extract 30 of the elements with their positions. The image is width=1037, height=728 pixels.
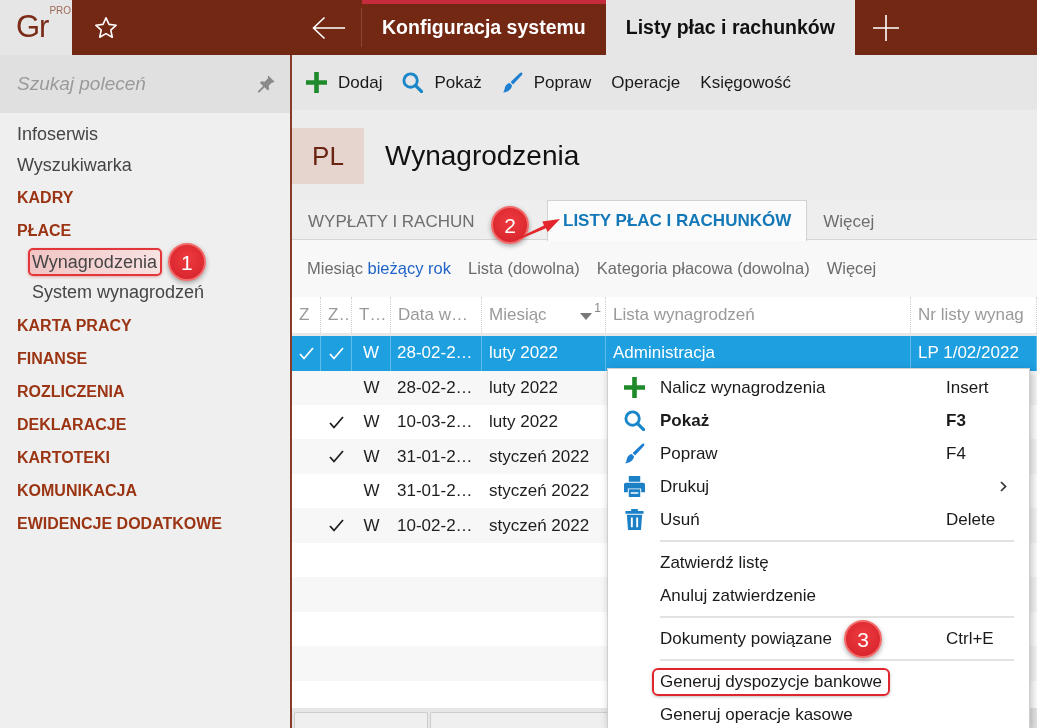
table-cell-text: 10-02-2…	[396, 514, 474, 537]
table-cell-text: luty 2022	[488, 411, 559, 434]
page-title: Wynagrodzenia	[385, 139, 580, 173]
table-cell-text: styczeń 2022	[488, 514, 591, 537]
table-cell-text: W	[362, 376, 381, 399]
table-cell-text: 28-02-2…	[396, 376, 474, 399]
step-badge: 2	[491, 206, 529, 244]
shortcut-label: F4	[946, 443, 967, 464]
table-cell: 28-02-2…	[391, 336, 482, 371]
table-cell-text: W	[362, 514, 381, 537]
table-cell-text: styczeń 2022	[488, 480, 591, 503]
table-cell: luty 2022	[482, 336, 606, 371]
shortcut-label: Insert	[946, 377, 990, 398]
table-cell-text: 31-01-2…	[396, 480, 474, 503]
table-cell-text: 31-01-2…	[396, 445, 474, 468]
shortcut-label: F3	[946, 410, 967, 431]
edition-label: PRO	[49, 5, 72, 16]
step-badge: 1	[167, 243, 206, 281]
shortcut-label: Ctrl+E	[946, 628, 995, 649]
table-cell-text: W	[362, 445, 381, 468]
table-cell-text: 10-03-2…	[396, 411, 474, 434]
logo-text: Gr	[16, 11, 49, 43]
table-cell-text: W	[362, 411, 381, 434]
module-badge: PL	[292, 128, 364, 184]
table-cell: W	[352, 336, 391, 371]
table-cell-text: styczeń 2022	[488, 445, 591, 468]
step-badge: 3	[844, 620, 882, 658]
shortcut-label: Delete	[946, 509, 997, 530]
table-cell-text: W	[362, 480, 381, 503]
table-cell-text: luty 2022	[488, 376, 559, 399]
